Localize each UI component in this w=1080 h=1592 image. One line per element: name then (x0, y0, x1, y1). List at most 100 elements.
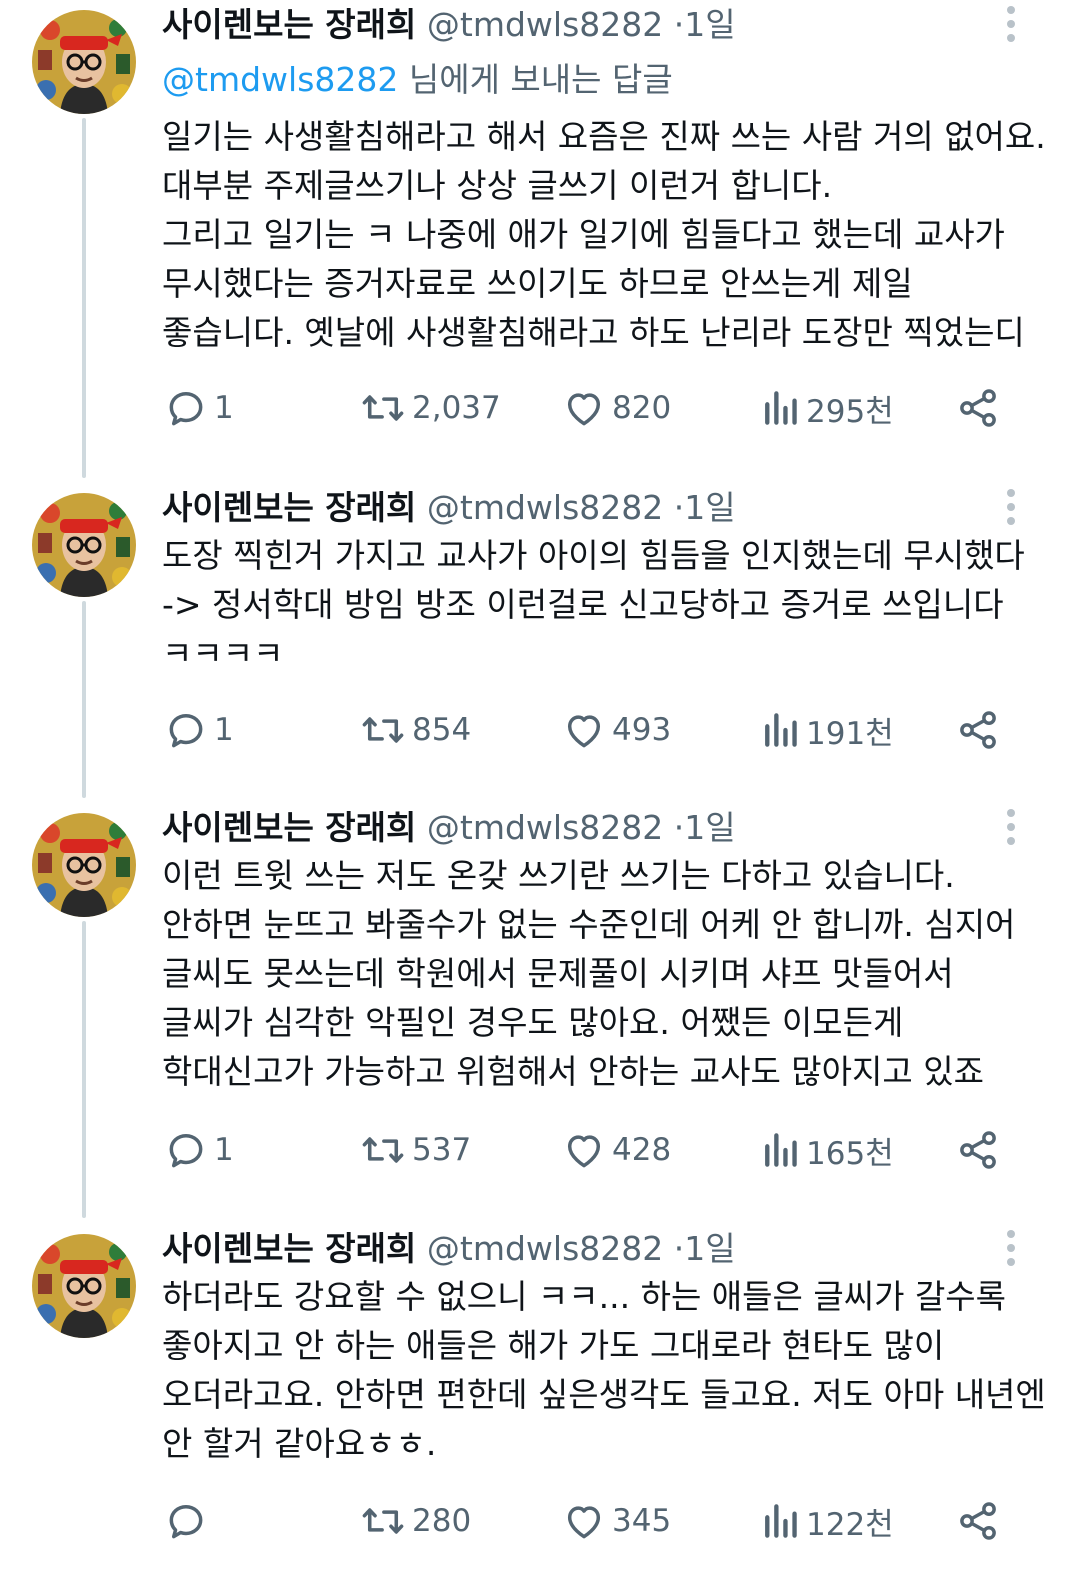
reply-icon (164, 708, 208, 752)
tweet-text-line: 글씨가 심각한 악필인 경우도 많아요. 어쨌든 이모든게 (162, 1003, 904, 1042)
reply-context: @tmdwls8282 님에게 보내는 답글 (162, 56, 673, 104)
action-bar: 1 537 428 165천 (0, 1125, 1080, 1175)
tweet[interactable]: 사이렌보는 장래희 @tmdwls8282 ·1일하더라도 강요할 수 없으니 … (0, 1224, 1080, 1556)
retweet-button[interactable]: 280 (360, 1496, 471, 1546)
reply-count: 1 (214, 712, 234, 748)
views-icon (760, 1128, 800, 1172)
like-count: 428 (612, 1132, 672, 1168)
retweet-icon (360, 386, 406, 430)
like-button[interactable]: 345 (562, 1496, 671, 1546)
tweet[interactable]: 사이렌보는 장래희 @tmdwls8282 ·1일 이런 트윗 쓰는 저도 온갖 … (0, 803, 1080, 1218)
tweet-text-line: 무시했다는 증거자료로 쓰이기도 하므로 안쓰는게 제일 (162, 264, 913, 303)
tweet-text-line: 안하면 눈뜨고 봐줄수가 없는 수준인데 어케 안 합니까. 심지어 (162, 905, 1016, 944)
views-button[interactable]: 191천 (760, 705, 894, 755)
tweet-header: 사이렌보는 장래희 @tmdwls8282 ·1일 (162, 803, 736, 853)
avatar[interactable] (32, 1234, 136, 1338)
tweet-text-line: 오더라고요. 안하면 편한데 싶은생각도 들고요. 저도 아마 내년엔 (162, 1375, 1046, 1414)
more-vertical-icon[interactable] (996, 6, 1026, 46)
reply-button[interactable]: 1 (164, 1125, 234, 1175)
more-vertical-icon[interactable] (996, 489, 1026, 529)
views-button[interactable]: 165천 (760, 1125, 894, 1175)
tweet-text-line: 학대신고가 가능하고 위험해서 안하는 교사도 많아지고 있죠 (162, 1052, 984, 1091)
tweet[interactable]: 사이렌보는 장래희 @tmdwls8282 ·1일 도장 찍힌거 가지고 교사가 … (0, 483, 1080, 798)
reply-button[interactable]: 1 (164, 383, 234, 433)
tweet-text-line: 글씨도 못쓰는데 학원에서 문제풀이 시키며 샤프 맛들어서 (162, 954, 954, 993)
author-name[interactable]: 사이렌보는 장래희 (162, 488, 416, 527)
tweet-text-line: 그리고 일기는 ㅋ 나중에 애가 일기에 힘들다고 했는데 교사가 (162, 215, 1005, 254)
views-icon (760, 386, 800, 430)
action-bar: 1 2,037 820 295천 (0, 383, 1080, 433)
share-icon (956, 1128, 1000, 1172)
retweet-count: 2,037 (412, 390, 501, 426)
share-icon (956, 708, 1000, 752)
like-count: 493 (612, 712, 672, 748)
share-icon (956, 1499, 1000, 1543)
like-count: 345 (612, 1503, 672, 1539)
views-button[interactable]: 295천 (760, 383, 894, 433)
tweet-text-line: 안 할거 같아요ㅎㅎ. (162, 1424, 437, 1463)
reply-context-label: 님에게 보내는 답글 (398, 60, 673, 99)
tweet-text-line: 좋습니다. 옛날에 사생활침해라고 하도 난리라 도장만 찍었는디 (162, 313, 1025, 352)
timestamp[interactable]: 1일 (684, 5, 735, 44)
reply-mention-link[interactable]: @tmdwls8282 (162, 60, 398, 99)
author-name[interactable]: 사이렌보는 장래희 (162, 808, 416, 847)
tweet-text-line: 하더라도 강요할 수 없으니 ㅋㅋ... 하는 애들은 글씨가 갈수록 (162, 1277, 1007, 1316)
tweet-text-line: 이런 트윗 쓰는 저도 온갖 쓰기란 쓰기는 다하고 있습니다. (162, 856, 955, 895)
tweet-text: 일기는 사생활침해라고 해서 요즘은 진짜 쓰는 사람 거의 없어요. 대부분 주… (162, 112, 1046, 357)
avatar[interactable] (32, 813, 136, 917)
more-vertical-icon[interactable] (996, 809, 1026, 849)
share-button[interactable] (956, 1496, 1000, 1546)
like-button[interactable]: 428 (562, 1125, 671, 1175)
retweet-button[interactable]: 537 (360, 1125, 471, 1175)
heart-icon (562, 386, 606, 430)
tweet-text-line: 좋아지고 안 하는 애들은 해가 가도 그대로라 현타도 많이 (162, 1326, 945, 1365)
tweet-text-line: -> 정서학대 방임 방조 이런걸로 신고당하고 증거로 쓰입니다 (162, 585, 1004, 624)
more-vertical-icon[interactable] (996, 1230, 1026, 1270)
tweet-text: 도장 찍힌거 가지고 교사가 아이의 힘듬을 인지했는데 무시했다 -> 정서학대… (162, 531, 1042, 678)
timestamp[interactable]: 1일 (684, 1229, 735, 1268)
separator-dot: · (673, 1229, 685, 1268)
retweet-count: 854 (412, 712, 472, 748)
like-count: 820 (612, 390, 672, 426)
reply-button[interactable]: 1 (164, 705, 234, 755)
retweet-button[interactable]: 854 (360, 705, 471, 755)
reply-icon (164, 1128, 208, 1172)
views-icon (760, 1499, 800, 1543)
author-handle[interactable]: @tmdwls8282 (427, 488, 663, 527)
tweet-header: 사이렌보는 장래희 @tmdwls8282 ·1일 (162, 0, 736, 50)
timestamp[interactable]: 1일 (684, 808, 735, 847)
share-button[interactable] (956, 1125, 1000, 1175)
author-name[interactable]: 사이렌보는 장래희 (162, 1229, 416, 1268)
heart-icon (562, 1128, 606, 1172)
tweet-text: 하더라도 강요할 수 없으니 ㅋㅋ... 하는 애들은 글씨가 갈수록좋아지고 … (162, 1272, 1046, 1468)
views-button[interactable]: 122천 (760, 1496, 894, 1546)
retweet-icon (360, 1128, 406, 1172)
like-button[interactable]: 493 (562, 705, 671, 755)
reply-button[interactable] (164, 1496, 214, 1546)
views-count: 165천 (806, 1135, 894, 1172)
tweet[interactable]: 사이렌보는 장래희 @tmdwls8282 ·1일 @tmdwls8282 님에게… (0, 0, 1080, 478)
author-name[interactable]: 사이렌보는 장래희 (162, 5, 416, 44)
reply-count: 1 (214, 390, 234, 426)
avatar[interactable] (32, 10, 136, 114)
author-handle[interactable]: @tmdwls8282 (427, 808, 663, 847)
like-button[interactable]: 820 (562, 383, 671, 433)
retweet-icon (360, 708, 406, 752)
share-button[interactable] (956, 383, 1000, 433)
author-handle[interactable]: @tmdwls8282 (427, 5, 663, 44)
tweet-text-line: 일기는 사생활침해라고 해서 요즘은 진짜 쓰는 사람 거의 없어요. (162, 117, 1046, 156)
tweet-text: 이런 트윗 쓰는 저도 온갖 쓰기란 쓰기는 다하고 있습니다. 안하면 눈뜨고 … (162, 851, 1042, 1096)
author-handle[interactable]: @tmdwls8282 (427, 1229, 663, 1268)
tweet-thread: 사이렌보는 장래희 @tmdwls8282 ·1일 @tmdwls8282 님에게… (0, 0, 1080, 1592)
tweet-text-line: ㅋㅋㅋㅋ (162, 634, 284, 673)
retweet-button[interactable]: 2,037 (360, 383, 501, 433)
share-button[interactable] (956, 705, 1000, 755)
timestamp[interactable]: 1일 (684, 488, 735, 527)
tweet-text-line: 대부분 주제글쓰기나 상상 글쓰기 이런거 합니다. (162, 166, 833, 205)
tweet-text-line: 도장 찍힌거 가지고 교사가 아이의 힘듬을 인지했는데 무시했다 (162, 536, 1025, 575)
reply-icon (164, 386, 208, 430)
action-bar: 280 345 122천 (0, 1496, 1080, 1546)
views-count: 122천 (806, 1506, 894, 1543)
avatar[interactable] (32, 493, 136, 597)
views-icon (760, 708, 800, 752)
